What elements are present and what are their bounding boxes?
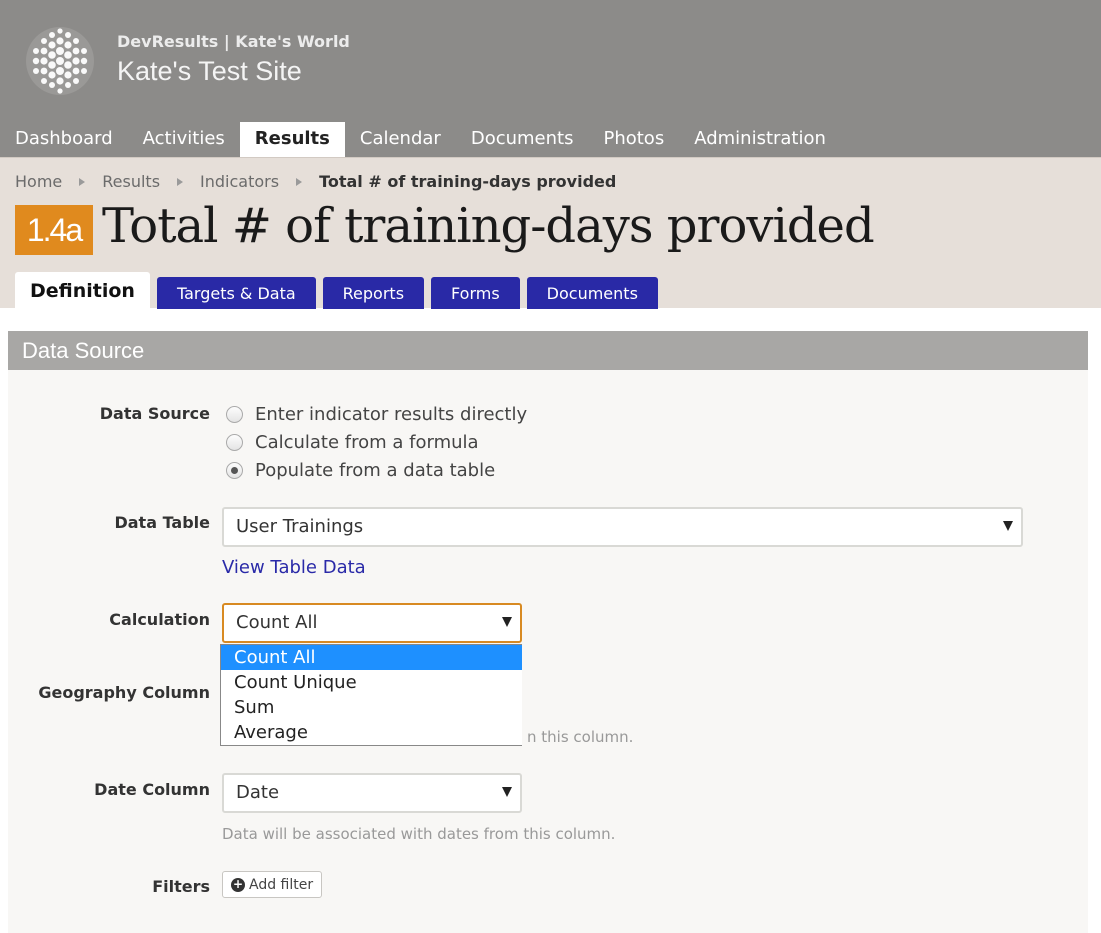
breadcrumb-separator-icon	[296, 177, 303, 186]
tab-documents[interactable]: Documents	[526, 277, 658, 309]
breadcrumb-separator-icon	[79, 177, 86, 186]
add-filter-button[interactable]: + Add filter	[222, 871, 323, 898]
tab-reports[interactable]: Reports	[322, 277, 425, 309]
breadcrumb-indicators[interactable]: Indicators	[200, 172, 279, 191]
calculation-dropdown-menu: Count All Count Unique Sum Average	[220, 644, 522, 746]
page-title: Total # of training-days provided	[102, 198, 875, 254]
radio-button-checked-icon[interactable]	[226, 462, 243, 479]
option-average[interactable]: Average	[221, 720, 522, 745]
add-filter-label: Add filter	[249, 876, 314, 893]
indicator-tabs: Definition Targets & Data Reports Forms …	[15, 272, 665, 309]
option-sum[interactable]: Sum	[221, 695, 522, 720]
geography-column-label: Geography Column	[38, 683, 210, 702]
geography-hint: n this column.	[527, 728, 634, 746]
globe-logo-icon[interactable]	[22, 25, 98, 97]
breadcrumb-home[interactable]: Home	[15, 172, 62, 191]
date-hint: Data will be associated with dates from …	[222, 825, 616, 843]
nav-dashboard[interactable]: Dashboard	[0, 122, 128, 157]
tab-forms[interactable]: Forms	[431, 277, 520, 309]
radio-label: Calculate from a formula	[255, 432, 479, 453]
nav-calendar[interactable]: Calendar	[345, 122, 456, 157]
filters-label: Filters	[152, 877, 210, 896]
data-table-label: Data Table	[114, 513, 210, 532]
tab-targets-data[interactable]: Targets & Data	[156, 277, 316, 309]
nav-photos[interactable]: Photos	[588, 122, 679, 157]
indicator-code-badge: 1.4a	[15, 205, 93, 255]
data-source-panel: Data Source Data Source Enter indicator …	[8, 331, 1088, 933]
date-column-label: Date Column	[94, 780, 210, 799]
data-table-value: User Trainings	[236, 516, 364, 537]
tab-definition[interactable]: Definition	[15, 272, 150, 309]
nav-administration[interactable]: Administration	[679, 122, 841, 157]
chevron-down-icon	[502, 787, 512, 797]
date-column-select[interactable]: Date	[222, 773, 522, 813]
data-source-label: Data Source	[99, 404, 210, 423]
radio-enter-directly[interactable]: Enter indicator results directly	[226, 404, 527, 425]
radio-populate-table[interactable]: Populate from a data table	[226, 460, 495, 481]
main-nav: Dashboard Activities Results Calendar Do…	[0, 122, 841, 157]
app-header: DevResults | Kate's World Kate's Test Si…	[0, 0, 1101, 157]
calculation-label: Calculation	[109, 610, 210, 629]
nav-activities[interactable]: Activities	[128, 122, 240, 157]
site-title[interactable]: Kate's Test Site	[117, 56, 302, 87]
panel-title: Data Source	[8, 331, 1088, 370]
radio-button-icon[interactable]	[226, 406, 243, 423]
option-count-all[interactable]: Count All	[221, 645, 522, 670]
plus-circle-icon: +	[231, 876, 245, 892]
option-count-unique[interactable]: Count Unique	[221, 670, 522, 695]
view-table-data-link[interactable]: View Table Data	[222, 557, 366, 578]
chevron-down-icon	[1003, 521, 1013, 531]
radio-label: Enter indicator results directly	[255, 404, 528, 425]
breadcrumb-current: Total # of training-days provided	[319, 172, 617, 191]
nav-documents[interactable]: Documents	[456, 122, 589, 157]
date-column-value: Date	[236, 782, 280, 803]
breadcrumb-results[interactable]: Results	[102, 172, 160, 191]
data-table-select[interactable]: User Trainings	[222, 507, 1023, 547]
page-header: Home Results Indicators Total # of train…	[0, 157, 1101, 309]
radio-calculate-formula[interactable]: Calculate from a formula	[226, 432, 479, 453]
breadcrumb-separator-icon	[177, 177, 184, 186]
radio-label: Populate from a data table	[255, 460, 496, 481]
calculation-select[interactable]: Count All	[222, 603, 522, 643]
radio-button-icon[interactable]	[226, 434, 243, 451]
org-name: DevResults | Kate's World	[117, 32, 350, 51]
chevron-down-icon	[502, 617, 512, 627]
nav-results[interactable]: Results	[239, 122, 345, 157]
breadcrumb: Home Results Indicators Total # of train…	[15, 172, 616, 191]
calculation-value: Count All	[236, 612, 318, 633]
